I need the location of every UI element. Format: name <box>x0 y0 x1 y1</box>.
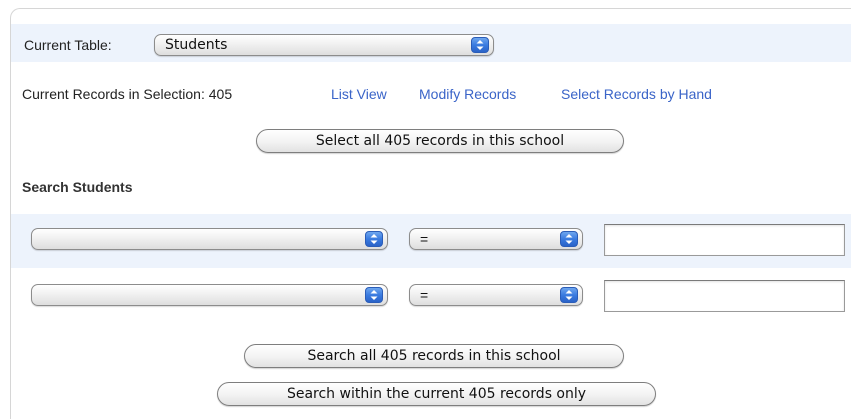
search-section-heading: Search Students <box>22 179 133 195</box>
current-table-select[interactable]: Students <box>154 34 494 56</box>
search-operator-value-1: = <box>420 231 429 247</box>
updown-chevron-icon <box>471 37 489 53</box>
search-operator-value-2: = <box>420 287 429 303</box>
records-in-selection-label: Current Records in Selection: 405 <box>22 86 233 102</box>
current-table-value: Students <box>165 37 228 53</box>
page: Current Table: Students Current Records … <box>0 0 851 419</box>
select-records-by-hand-link[interactable]: Select Records by Hand <box>561 86 712 102</box>
list-view-link[interactable]: List View <box>331 86 387 102</box>
search-all-records-button[interactable]: Search all 405 records in this school <box>244 344 624 368</box>
updown-chevron-icon <box>365 231 383 247</box>
search-operator-select-1[interactable]: = <box>409 228 583 250</box>
search-operator-select-2[interactable]: = <box>409 284 583 306</box>
updown-chevron-icon <box>560 231 578 247</box>
search-value-input-2[interactable] <box>604 280 845 312</box>
search-field-select-2[interactable] <box>31 284 388 306</box>
modify-records-link[interactable]: Modify Records <box>419 86 516 102</box>
updown-chevron-icon <box>560 287 578 303</box>
current-table-label: Current Table: <box>24 37 112 53</box>
search-value-input-1[interactable] <box>604 224 845 256</box>
updown-chevron-icon <box>365 287 383 303</box>
search-field-select-1[interactable] <box>31 228 388 250</box>
select-all-records-button[interactable]: Select all 405 records in this school <box>256 129 624 153</box>
search-within-current-button[interactable]: Search within the current 405 records on… <box>217 382 656 406</box>
